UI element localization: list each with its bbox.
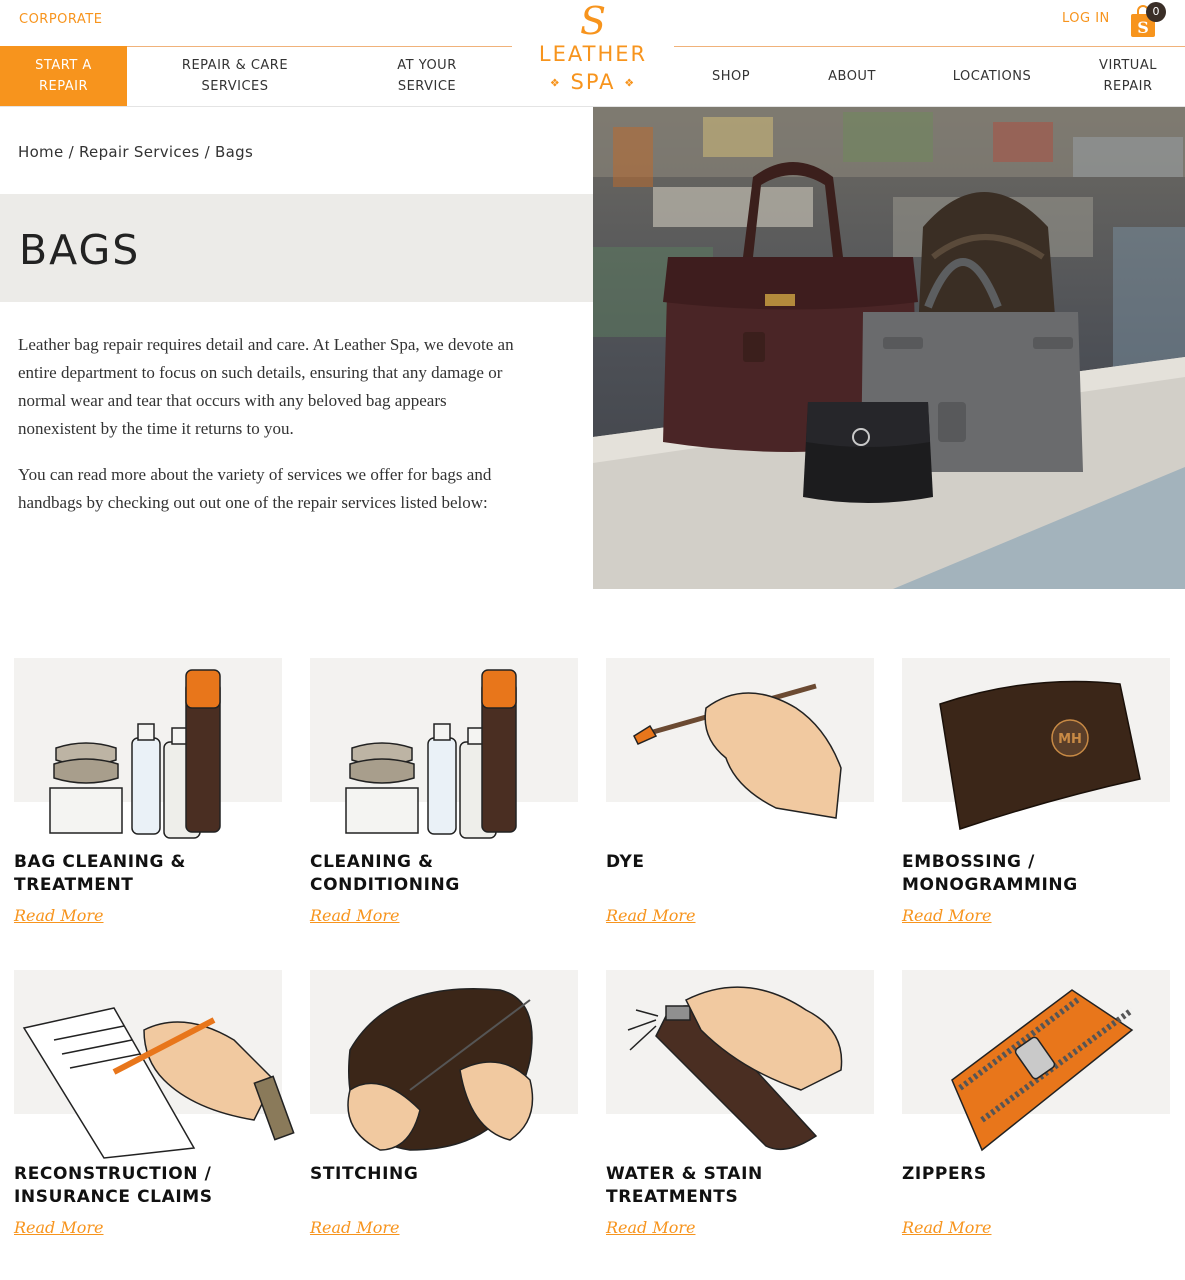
service-card-dye[interactable]: DYE Read More xyxy=(606,658,874,948)
nav-at-your-service[interactable]: AT YOUR SERVICE xyxy=(360,46,494,106)
breadcrumb: Home / Repair Services / Bags xyxy=(18,143,253,161)
leather-spa-logo[interactable]: S LEATHER ❖ SPA ❖ xyxy=(525,0,661,100)
hero-photo-bags xyxy=(593,107,1185,589)
svg-text:MH: MH xyxy=(1058,732,1082,747)
page-title: BAGS xyxy=(19,226,141,274)
nav-locations[interactable]: LOCATIONS xyxy=(938,46,1046,106)
login-link[interactable]: LOG IN xyxy=(1062,11,1110,26)
cleaning-products-icon xyxy=(345,669,517,839)
service-card-embossing[interactable]: MH EMBOSSING / MONOGRAMMING Read More xyxy=(902,658,1170,948)
read-more-link[interactable]: Read More xyxy=(310,1218,400,1237)
breadcrumb-current: Bags xyxy=(215,143,254,161)
zipper-icon xyxy=(951,989,1134,1152)
nav-repair-care-services[interactable]: REPAIR & CARE SERVICES xyxy=(150,46,320,106)
service-card-water-stain[interactable]: WATER & STAIN TREATMENTS Read More xyxy=(606,970,874,1260)
intro-paragraph-2: You can read more about the variety of s… xyxy=(18,465,492,512)
logo-mark-icon: S xyxy=(580,0,606,40)
logo-ornament-left-icon: ❖ xyxy=(549,76,562,90)
read-more-link[interactable]: Read More xyxy=(14,1218,104,1237)
spray-can-icon xyxy=(627,986,843,1151)
corporate-link[interactable]: CORPORATE xyxy=(19,12,102,27)
service-title: EMBOSSING / MONOGRAMMING xyxy=(902,852,1078,895)
logo-text-leather: LEATHER xyxy=(538,42,648,66)
read-more-link[interactable]: Read More xyxy=(902,906,992,925)
logo-ornament-right-icon: ❖ xyxy=(624,76,637,90)
nav-shop[interactable]: SHOP xyxy=(690,46,772,106)
start-repair-button[interactable]: START A REPAIR xyxy=(0,46,127,106)
service-card-stitching[interactable]: STITCHING Read More xyxy=(310,970,578,1260)
needle-stitching-icon xyxy=(347,988,534,1151)
read-more-link[interactable]: Read More xyxy=(902,1218,992,1237)
service-title: BAG CLEANING & TREATMENT xyxy=(14,852,186,895)
monogram-wallet-icon: MH xyxy=(939,680,1141,830)
breadcrumb-separator: / xyxy=(63,143,79,161)
read-more-link[interactable]: Read More xyxy=(606,1218,696,1237)
cleaning-products-icon xyxy=(49,669,221,839)
service-title: STITCHING xyxy=(310,1164,419,1184)
read-more-link[interactable]: Read More xyxy=(310,906,400,925)
breadcrumb-home[interactable]: Home xyxy=(18,143,64,161)
paintbrush-hand-icon xyxy=(633,683,842,819)
logo-text-spa: ❖ SPA ❖ xyxy=(525,70,661,94)
nav-about[interactable]: ABOUT xyxy=(808,46,896,106)
service-title: DYE xyxy=(606,852,645,872)
breadcrumb-separator: / xyxy=(199,143,216,161)
svg-text:S: S xyxy=(1137,18,1149,37)
cart-count-badge: 0 xyxy=(1146,2,1166,22)
service-card-zippers[interactable]: ZIPPERS Read More xyxy=(902,970,1170,1260)
service-card-bag-cleaning[interactable]: BAG CLEANING & TREATMENT Read More xyxy=(14,658,282,948)
read-more-link[interactable]: Read More xyxy=(14,906,104,925)
intro-paragraph-1: Leather bag repair requires detail and c… xyxy=(18,335,514,438)
pen-writing-icon xyxy=(22,1007,295,1159)
service-card-reconstruction[interactable]: RECONSTRUCTION / INSURANCE CLAIMS Read M… xyxy=(14,970,295,1260)
read-more-link[interactable]: Read More xyxy=(606,906,696,925)
svg-text:S: S xyxy=(580,0,606,40)
nav-virtual-repair[interactable]: VIRTUAL REPAIR xyxy=(1080,46,1176,106)
service-title: WATER & STAIN TREATMENTS xyxy=(606,1164,763,1207)
breadcrumb-repair-services[interactable]: Repair Services xyxy=(79,143,200,161)
service-title: ZIPPERS xyxy=(902,1164,987,1184)
service-title: CLEANING & CONDITIONING xyxy=(310,852,460,895)
service-card-cleaning-conditioning[interactable]: CLEANING & CONDITIONING Read More xyxy=(310,658,578,948)
intro-text: Leather bag repair requires detail and c… xyxy=(18,331,518,517)
logo-text-spa-word: SPA xyxy=(570,70,616,94)
service-title: RECONSTRUCTION / INSURANCE CLAIMS xyxy=(14,1164,213,1207)
